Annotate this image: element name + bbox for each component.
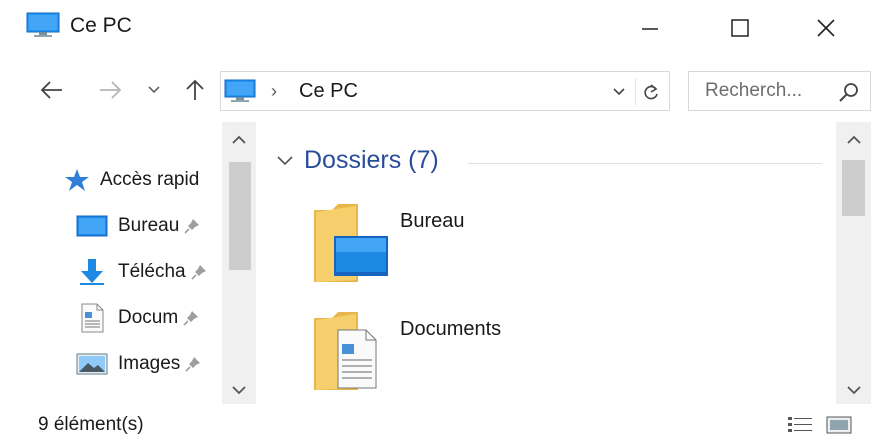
scrollbar-thumb[interactable]	[229, 162, 251, 270]
minimize-button[interactable]	[605, 0, 695, 56]
close-button[interactable]	[781, 0, 871, 56]
star-icon	[65, 169, 89, 191]
search-box[interactable]: Recherch...	[688, 71, 871, 111]
large-icons-view-icon[interactable]	[826, 415, 852, 435]
arrow-up-icon	[186, 79, 204, 100]
title-bar: Ce PC	[0, 0, 871, 60]
sidebar-item-downloads[interactable]: Télécha	[76, 252, 208, 292]
search-input[interactable]: Recherch...	[705, 80, 802, 102]
scrollbar-thumb[interactable]	[842, 160, 865, 216]
sidebar-item-documents[interactable]: Docum	[76, 298, 200, 338]
address-bar[interactable]: › Ce PC	[220, 71, 670, 111]
up-button[interactable]	[175, 72, 215, 108]
refresh-button[interactable]	[635, 78, 665, 106]
folder-item-documents[interactable]: Documents	[312, 310, 712, 400]
scroll-down-icon[interactable]	[846, 384, 862, 396]
document-icon	[81, 303, 104, 333]
forward-button[interactable]	[90, 72, 130, 108]
folder-item-desktop[interactable]: Bureau	[312, 202, 712, 292]
desktop-folder-icon	[314, 204, 388, 282]
maximize-icon	[731, 19, 749, 37]
breadcrumb-location[interactable]: Ce PC	[299, 80, 358, 103]
search-icon[interactable]	[837, 80, 861, 104]
recent-locations-button[interactable]	[140, 72, 168, 108]
arrow-right-icon	[100, 81, 122, 99]
sidebar-item-quick-access[interactable]: Accès rapid	[64, 160, 199, 200]
content-pane-scrollbar[interactable]	[836, 122, 871, 404]
scroll-down-icon[interactable]	[231, 384, 247, 396]
navigation-bar: › Ce PC Recherch...	[0, 62, 871, 120]
file-explorer-window: Ce PC › Ce PC Recherch... Accès rapid Bu…	[0, 0, 871, 446]
address-dropdown-button[interactable]	[607, 81, 631, 103]
computer-icon	[224, 79, 256, 102]
scroll-up-icon[interactable]	[846, 134, 862, 146]
content-pane: Dossiers (7) Bureau Documents	[256, 122, 836, 404]
refresh-icon	[643, 84, 658, 100]
pin-icon	[183, 311, 199, 326]
sidebar-item-label: Accès rapid	[100, 169, 200, 190]
sidebar-item-label: Bureau	[118, 215, 180, 236]
documents-folder-icon	[314, 312, 377, 390]
maximize-button[interactable]	[695, 0, 785, 56]
computer-icon	[26, 12, 60, 37]
desktop-icon	[76, 215, 108, 237]
chevron-down-icon	[613, 88, 625, 96]
details-view-icon[interactable]	[787, 415, 813, 435]
breadcrumb-separator: ›	[271, 81, 277, 101]
chevron-down-icon	[148, 86, 160, 94]
chevron-down-icon	[277, 155, 293, 165]
sidebar-item-label: Images	[118, 353, 181, 374]
sidebar-item-images[interactable]: Images	[76, 344, 202, 384]
folder-label: Bureau	[400, 210, 465, 232]
group-divider	[468, 163, 822, 164]
back-button[interactable]	[32, 72, 72, 108]
minimize-icon	[642, 28, 658, 30]
navigation-pane: Accès rapid Bureau Télécha Docum Images	[0, 122, 256, 404]
close-icon	[817, 19, 835, 37]
group-title: Dossiers (7)	[304, 146, 439, 174]
arrow-left-icon	[40, 81, 62, 99]
sidebar-item-desktop[interactable]: Bureau	[76, 206, 201, 246]
pin-icon	[184, 219, 200, 234]
download-icon	[80, 259, 104, 285]
status-bar: 9 élément(s)	[0, 404, 871, 446]
pin-icon	[185, 357, 201, 372]
window-title: Ce PC	[70, 14, 132, 37]
sidebar-item-label: Docum	[118, 307, 179, 328]
scroll-up-icon[interactable]	[231, 134, 247, 146]
sidebar-item-label: Télécha	[118, 261, 186, 282]
pin-icon	[191, 265, 206, 280]
folders-group-header[interactable]: Dossiers (7)	[276, 146, 439, 175]
item-count: 9 élément(s)	[38, 414, 144, 435]
image-icon	[76, 353, 108, 375]
folder-label: Documents	[400, 318, 502, 340]
navigation-pane-scrollbar[interactable]	[222, 122, 256, 404]
